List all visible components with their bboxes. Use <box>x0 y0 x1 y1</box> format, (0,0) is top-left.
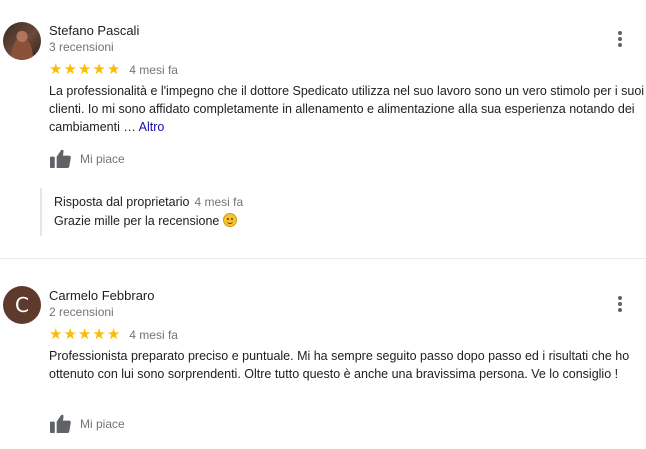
star-icon: ★ <box>77 325 92 343</box>
rating-row: ★ ★ ★ ★ ★ 4 mesi fa <box>49 327 178 342</box>
star-rating: ★ ★ ★ ★ ★ <box>49 62 120 77</box>
reply-text: Grazie mille per la recensione <box>54 213 238 228</box>
reply-time: 4 mesi fa <box>194 195 244 209</box>
avatar[interactable]: C <box>3 286 41 324</box>
avatar[interactable] <box>3 22 41 60</box>
review-card: Stefano Pascali 3 recensioni ★ ★ ★ ★ ★ 4… <box>0 0 646 258</box>
more-options-icon[interactable] <box>612 29 628 49</box>
review-count: 3 recensioni <box>49 40 114 54</box>
review-card: C Carmelo Febbraro 2 recensioni ★ ★ ★ ★ … <box>0 262 646 449</box>
reviewer-name[interactable]: Stefano Pascali <box>49 23 139 38</box>
review-divider <box>0 258 646 259</box>
star-rating: ★ ★ ★ ★ ★ <box>49 327 120 342</box>
star-icon: ★ <box>92 325 106 343</box>
star-icon: ★ <box>92 60 106 78</box>
reply-header: Risposta dal proprietario 4 mesi fa <box>54 195 243 209</box>
star-icon: ★ <box>63 60 77 78</box>
owner-reply: Risposta dal proprietario 4 mesi fa Grazi… <box>40 188 602 236</box>
star-icon: ★ <box>49 60 63 78</box>
like-label: Mi piace <box>80 416 125 431</box>
thumbs-up-icon <box>50 414 71 434</box>
like-label: Mi piace <box>80 151 125 166</box>
avatar-photo <box>3 22 41 60</box>
reply-owner-label: Risposta dal proprietario <box>54 195 190 209</box>
review-text: La professionalità e l'impegno che il do… <box>49 82 645 136</box>
review-text: Professionista preparato preciso e puntu… <box>49 349 630 381</box>
reviewer-name[interactable]: Carmelo Febbraro <box>49 288 155 303</box>
rating-row: ★ ★ ★ ★ ★ 4 mesi fa <box>49 62 178 77</box>
star-icon: ★ <box>63 325 77 343</box>
star-icon: ★ <box>106 325 121 343</box>
smiley-emoji-icon <box>223 213 238 227</box>
star-icon: ★ <box>77 60 92 78</box>
more-link[interactable]: Altro <box>139 120 165 134</box>
like-button[interactable]: Mi piace <box>49 413 125 434</box>
thumbs-up-icon <box>50 149 71 169</box>
star-icon: ★ <box>106 60 121 78</box>
review-time: 4 mesi fa <box>129 62 178 77</box>
review-time: 4 mesi fa <box>129 327 178 342</box>
star-icon: ★ <box>49 325 63 343</box>
more-options-icon[interactable] <box>612 294 628 314</box>
review-count: 2 recensioni <box>49 305 114 319</box>
like-button[interactable]: Mi piace <box>49 148 125 169</box>
reply-text-content: Grazie mille per la recensione <box>54 214 220 228</box>
